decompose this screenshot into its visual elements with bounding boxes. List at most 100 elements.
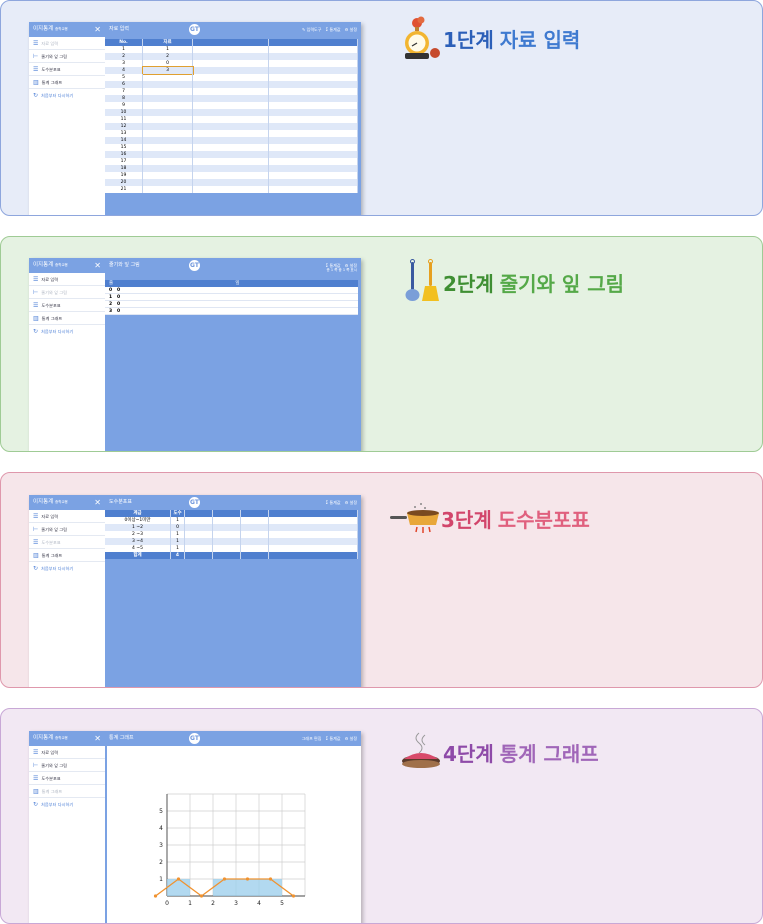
table-cell xyxy=(193,46,269,53)
close-icon[interactable]: ✕ xyxy=(94,495,101,510)
table-cell xyxy=(193,53,269,60)
close-icon[interactable]: ✕ xyxy=(94,258,101,273)
y-tick-label: 1 xyxy=(159,876,163,883)
screen-title: 통계 그래프 xyxy=(109,735,134,741)
table-cell xyxy=(269,137,358,144)
table-row: 4 ~5 1 xyxy=(105,545,358,552)
data-cell[interactable] xyxy=(143,81,193,88)
table-row: 6 xyxy=(105,81,358,88)
sidebar-header: 이지통계 중학교용 ✕ xyxy=(29,495,105,510)
frequency-cell: 1 xyxy=(171,545,185,552)
data-cell[interactable] xyxy=(143,74,193,81)
data-cell[interactable] xyxy=(143,137,193,144)
restart-link[interactable]: ↻ 처음부터 다시하기 xyxy=(29,798,105,811)
sidebar-item-freq-table[interactable]: ☰ 도수분포표 xyxy=(29,772,105,785)
step1-title: 1단계 자료 입력 xyxy=(399,15,580,61)
header-cell xyxy=(269,39,358,46)
sidebar-item-data-input[interactable]: ☰ 자료 입력 xyxy=(29,510,105,523)
sidebar-item-freq-table[interactable]: ☰ 도수분포표 xyxy=(29,63,105,76)
table-cell xyxy=(193,123,269,130)
table-cell xyxy=(185,524,213,531)
total-cell xyxy=(241,552,269,559)
table-cell xyxy=(193,95,269,102)
table-row: 21 xyxy=(105,186,358,193)
table-cell xyxy=(269,74,358,81)
table-cell xyxy=(213,538,241,545)
list-icon: ☰ xyxy=(33,513,39,520)
input-tool-button[interactable]: ✎ 입력도구 xyxy=(302,27,321,32)
data-cell[interactable] xyxy=(143,130,193,137)
sidebar-item-stem-leaf[interactable]: ⊢ 줄기와 잎 그림 xyxy=(29,523,105,536)
step2-title: 2단계 줄기와 잎 그림 xyxy=(399,259,624,305)
sidebar-item-data-input[interactable]: ☰ 자료 입력 xyxy=(29,273,105,286)
table-cell xyxy=(185,545,213,552)
stem-leaf-icon: ⊢ xyxy=(33,289,39,296)
data-cell[interactable] xyxy=(143,186,193,193)
data-cell[interactable] xyxy=(143,95,193,102)
restart-link[interactable]: ↻ 처음부터 다시하기 xyxy=(29,325,105,338)
data-cell[interactable] xyxy=(143,123,193,130)
table-cell xyxy=(269,144,358,151)
table-cell xyxy=(269,95,358,102)
close-icon[interactable]: ✕ xyxy=(94,731,101,746)
sidebar-item-graph[interactable]: ▥ 통계 그래프 xyxy=(29,76,105,89)
settings-button[interactable]: ⚙ 설정 xyxy=(345,500,357,505)
data-cell[interactable] xyxy=(143,165,193,172)
table-cell xyxy=(213,545,241,552)
table-cell xyxy=(213,517,241,524)
toolbar-tools: 그래프 편집 Σ 통계값 ⚙ 설정 xyxy=(299,731,357,746)
table-cell: 16 xyxy=(105,151,143,158)
sidebar-item-stem-leaf[interactable]: ⊢ 줄기와 잎 그림 xyxy=(29,759,105,772)
sidebar-item-stem-leaf[interactable]: ⊢ 줄기와 잎 그림 xyxy=(29,286,105,299)
close-icon[interactable]: ✕ xyxy=(94,22,101,37)
y-tick-label: 5 xyxy=(159,808,163,815)
sidebar-item-data-input[interactable]: ☰ 자료 입력 xyxy=(29,37,105,50)
table-cell xyxy=(193,179,269,186)
table-icon: ☰ xyxy=(33,539,39,546)
main-area: 줄기와 잎 그림 GT Σ 통계값 ⚙ 설정 총 1 쪽 중 1 쪽 표시 줄기… xyxy=(105,258,361,451)
restart-link[interactable]: ↻ 처음부터 다시하기 xyxy=(29,562,105,575)
sidebar-item-data-input[interactable]: ☰ 자료 입력 xyxy=(29,746,105,759)
graph-edit-button[interactable]: 그래프 편집 xyxy=(302,736,322,741)
settings-button[interactable]: ⚙ 설정 xyxy=(345,736,357,741)
settings-button[interactable]: ⚙ 설정 xyxy=(345,27,357,32)
data-point xyxy=(291,894,296,898)
sidebar-item-graph[interactable]: ▥ 통계 그래프 xyxy=(29,785,105,798)
data-cell[interactable]: 0 xyxy=(143,60,193,67)
stats-button[interactable]: Σ 통계값 xyxy=(326,736,341,741)
table-cell xyxy=(269,46,358,53)
sidebar-item-graph[interactable]: ▥ 통계 그래프 xyxy=(29,312,105,325)
step4-panel: 이지통계 중학교용 ✕ ☰ 자료 입력 ⊢ 줄기와 잎 그림 ☰ 도수분포표 ▥ 통계 … xyxy=(0,708,763,924)
header-cell: No. xyxy=(105,39,143,46)
sidebar-item-label: 도수분포표 xyxy=(41,776,61,781)
data-cell[interactable]: 1 xyxy=(143,46,193,53)
x-tick-label: 4 xyxy=(257,900,261,907)
table-cell: 12 xyxy=(105,123,143,130)
data-cell[interactable]: 2 xyxy=(143,53,193,60)
stats-button[interactable]: Σ 통계값 xyxy=(326,500,341,505)
table-row: 1 ~2 0 xyxy=(105,524,358,531)
data-cell[interactable]: 3 xyxy=(142,66,194,75)
sidebar-item-freq-table[interactable]: ☰ 도수분포표 xyxy=(29,536,105,549)
table-cell: 15 xyxy=(105,144,143,151)
data-cell[interactable] xyxy=(143,109,193,116)
stats-button[interactable]: Σ 통계값 xyxy=(326,27,341,32)
data-cell[interactable] xyxy=(143,116,193,123)
data-cell[interactable] xyxy=(143,88,193,95)
bar-chart-icon: ▥ xyxy=(33,79,39,86)
table-cell xyxy=(269,531,358,538)
refresh-icon: ↻ xyxy=(33,565,39,572)
x-tick-label: 1 xyxy=(188,900,192,907)
sidebar-item-freq-table[interactable]: ☰ 도수분포표 xyxy=(29,299,105,312)
data-cell[interactable] xyxy=(143,151,193,158)
data-cell[interactable] xyxy=(143,172,193,179)
data-cell[interactable] xyxy=(143,102,193,109)
sidebar: 이지통계 중학교용 ✕ ☰ 자료 입력 ⊢ 줄기와 잎 그림 ☰ 도수분포표 ▥ 통계 … xyxy=(29,258,105,451)
sidebar-item-stem-leaf[interactable]: ⊢ 줄기와 잎 그림 xyxy=(29,50,105,63)
restart-label: 처음부터 다시하기 xyxy=(41,93,74,98)
data-cell[interactable] xyxy=(143,144,193,151)
sidebar-item-graph[interactable]: ▥ 통계 그래프 xyxy=(29,549,105,562)
data-cell[interactable] xyxy=(143,158,193,165)
restart-link[interactable]: ↻ 처음부터 다시하기 xyxy=(29,89,105,102)
data-cell[interactable] xyxy=(143,179,193,186)
